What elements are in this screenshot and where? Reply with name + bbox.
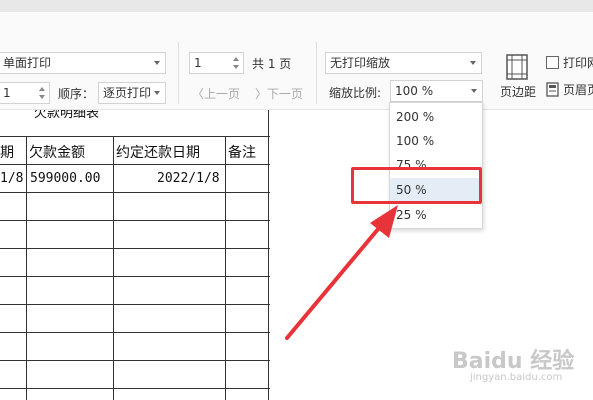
zoom-select[interactable]: 100 % <box>390 80 483 102</box>
table-cell: 599000.00 <box>30 171 101 186</box>
prev-page-label: 上一页 <box>204 87 241 101</box>
page-number-value: 1 <box>194 56 202 70</box>
table-cell: 1/8 <box>0 171 24 186</box>
grid-line <box>26 136 27 400</box>
header-footer-label: 页眉页 <box>563 83 593 97</box>
grid-line <box>0 248 270 249</box>
watermark-logo: Baidu 经验 <box>452 349 575 374</box>
scaling-mode-value: 无打印缩放 <box>330 56 391 70</box>
next-page-label: 下一页 <box>267 87 304 101</box>
print-grid-label: 打印网 <box>563 56 593 70</box>
copies-value: 1 <box>3 86 11 100</box>
header-cell: 欠款金额 <box>29 145 85 161</box>
scaling-mode-select[interactable]: 无打印缩放 <box>325 52 482 74</box>
grid-line <box>0 220 270 221</box>
chevron-down-icon <box>154 61 160 65</box>
zoom-option-200[interactable]: 200 % <box>390 105 482 129</box>
watermark-url: jingyan.baidu.com <box>470 372 563 383</box>
order-select[interactable]: 逐页打印 <box>98 82 166 104</box>
chevron-right-icon: 〉 <box>255 87 268 101</box>
page-total: 共 1 页 <box>252 57 292 71</box>
zoom-option-100[interactable]: 100 % <box>390 129 482 153</box>
grid-line <box>0 276 270 277</box>
checkbox-icon <box>546 56 559 69</box>
print-side-select[interactable]: 单面打印 <box>0 52 166 74</box>
copies-stepper[interactable]: 1 <box>0 82 50 104</box>
table-cell: 2022/1/8 <box>157 171 220 186</box>
page-number-stepper[interactable]: 1 <box>189 52 244 74</box>
spin-down-icon[interactable] <box>39 95 45 99</box>
header-cell: 备注 <box>228 145 256 161</box>
grid-line <box>0 388 270 389</box>
divider <box>316 42 317 104</box>
chevron-down-icon <box>470 61 476 65</box>
sheet-preview: 欠款明细表 期 欠款金额 约定还款日期 备注 1/8 599000.00 202… <box>0 110 270 400</box>
zoom-value: 100 % <box>395 84 434 98</box>
grid-line <box>0 304 270 305</box>
print-preview-ribbon: 单面打印 1 顺序： 逐页打印 1 共 1 页 〈上一页 〉下一页 无打印缩放 … <box>0 12 593 110</box>
grid-line <box>0 332 270 333</box>
print-side-value: 单面打印 <box>3 56 52 70</box>
prev-page-button[interactable]: 〈上一页 <box>192 85 240 102</box>
spin-up-icon[interactable] <box>39 87 45 91</box>
page-header-icon <box>546 82 559 97</box>
zoom-dropdown-menu: 200 % 100 % 75 % 50 % 25 % <box>389 102 483 229</box>
header-cell: 约定还款日期 <box>116 145 200 161</box>
grid-line <box>0 164 270 165</box>
highlight-box <box>351 167 482 204</box>
margins-icon <box>506 54 528 80</box>
order-label: 顺序： <box>58 87 95 101</box>
chevron-left-icon: 〈 <box>192 87 205 101</box>
divider <box>178 42 179 104</box>
grid-line <box>0 192 270 193</box>
margins-button[interactable]: 页边距 <box>497 52 537 107</box>
grid-line <box>268 110 269 400</box>
print-grid-checkbox[interactable]: 打印网 <box>546 54 593 72</box>
grid-line <box>0 136 270 137</box>
zoom-option-25[interactable]: 25 % <box>390 203 482 227</box>
sheet-title: 欠款明细表 <box>34 110 100 121</box>
header-footer-button[interactable]: 页眉页 <box>546 80 593 100</box>
spin-up-icon[interactable] <box>233 57 239 61</box>
grid-line <box>113 136 114 400</box>
chevron-down-icon <box>154 91 160 95</box>
grid-line <box>225 136 226 400</box>
order-value: 逐页打印 <box>103 86 152 100</box>
header-cell: 期 <box>0 145 14 161</box>
window-top-strip <box>0 0 593 12</box>
margins-label: 页边距 <box>500 85 537 99</box>
grid-line <box>0 360 270 361</box>
zoom-label: 缩放比例: <box>329 86 382 100</box>
spin-down-icon[interactable] <box>233 65 239 69</box>
chevron-down-icon <box>471 89 477 93</box>
next-page-button[interactable]: 〉下一页 <box>255 85 303 102</box>
